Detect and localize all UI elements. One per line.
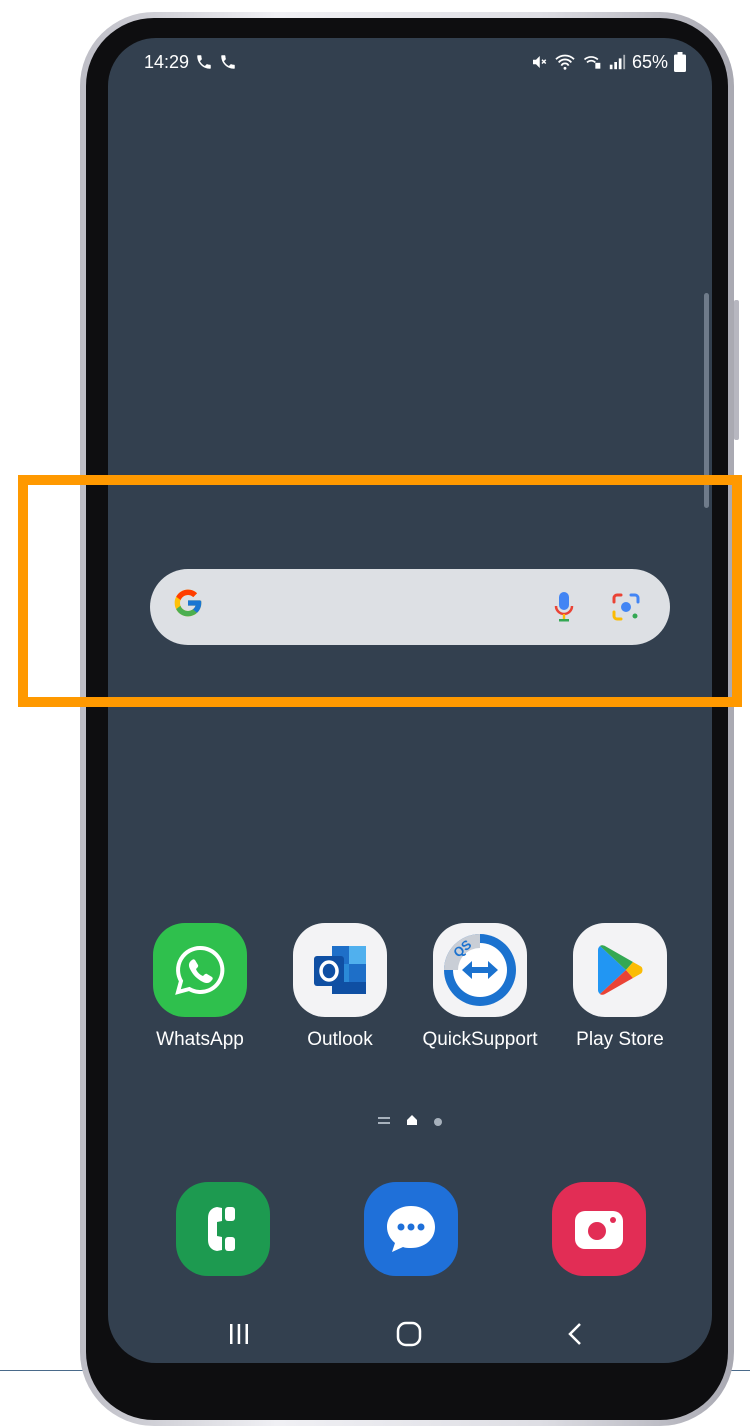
app-quicksupport[interactable]: QS QuickSupport <box>410 923 550 1051</box>
quicksupport-icon[interactable]: QS <box>433 923 527 1017</box>
app-outlook[interactable]: Outlook <box>270 923 410 1051</box>
divider-line-left <box>0 1370 86 1371</box>
page-indicator[interactable] <box>108 1113 712 1131</box>
dock <box>176 1182 646 1276</box>
app-label-quicksupport: QuickSupport <box>422 1029 538 1050</box>
play-store-icon[interactable] <box>573 923 667 1017</box>
recents-icon[interactable] <box>209 1314 269 1354</box>
status-bar: 14:29 65% <box>144 50 686 74</box>
phone-call-icon <box>219 53 237 71</box>
home-icon[interactable] <box>379 1314 439 1354</box>
page-menu-icon <box>378 1113 390 1131</box>
wifi-call-icon <box>554 53 576 71</box>
divider-line-right <box>730 1370 750 1371</box>
highlight-box <box>18 475 742 707</box>
phone-app-icon[interactable] <box>176 1182 270 1276</box>
outlook-icon[interactable] <box>293 923 387 1017</box>
camera-app-icon[interactable] <box>552 1182 646 1276</box>
home-page-icon <box>406 1113 418 1131</box>
back-icon[interactable] <box>545 1314 605 1354</box>
navigation-bar <box>108 1306 712 1356</box>
volume-button <box>734 300 739 440</box>
phone-call-icon <box>195 53 213 71</box>
app-row: WhatsApp Outlook QS QuickSupport Play St… <box>130 923 690 1051</box>
mute-icon <box>530 53 548 71</box>
battery-percent: 65% <box>631 51 668 72</box>
whatsapp-icon[interactable] <box>153 923 247 1017</box>
battery-icon <box>674 52 686 72</box>
signal-icon <box>608 53 626 71</box>
status-time: 14:29 <box>144 51 190 72</box>
app-label-whatsapp: WhatsApp <box>156 1029 244 1050</box>
app-label-outlook: Outlook <box>307 1029 373 1050</box>
app-whatsapp[interactable]: WhatsApp <box>130 923 270 1051</box>
volte-icon <box>582 53 602 71</box>
app-play-store[interactable]: Play Store <box>550 923 690 1051</box>
app-label-play-store: Play Store <box>576 1029 664 1050</box>
page-dot <box>434 1118 442 1126</box>
messages-app-icon[interactable] <box>364 1182 458 1276</box>
